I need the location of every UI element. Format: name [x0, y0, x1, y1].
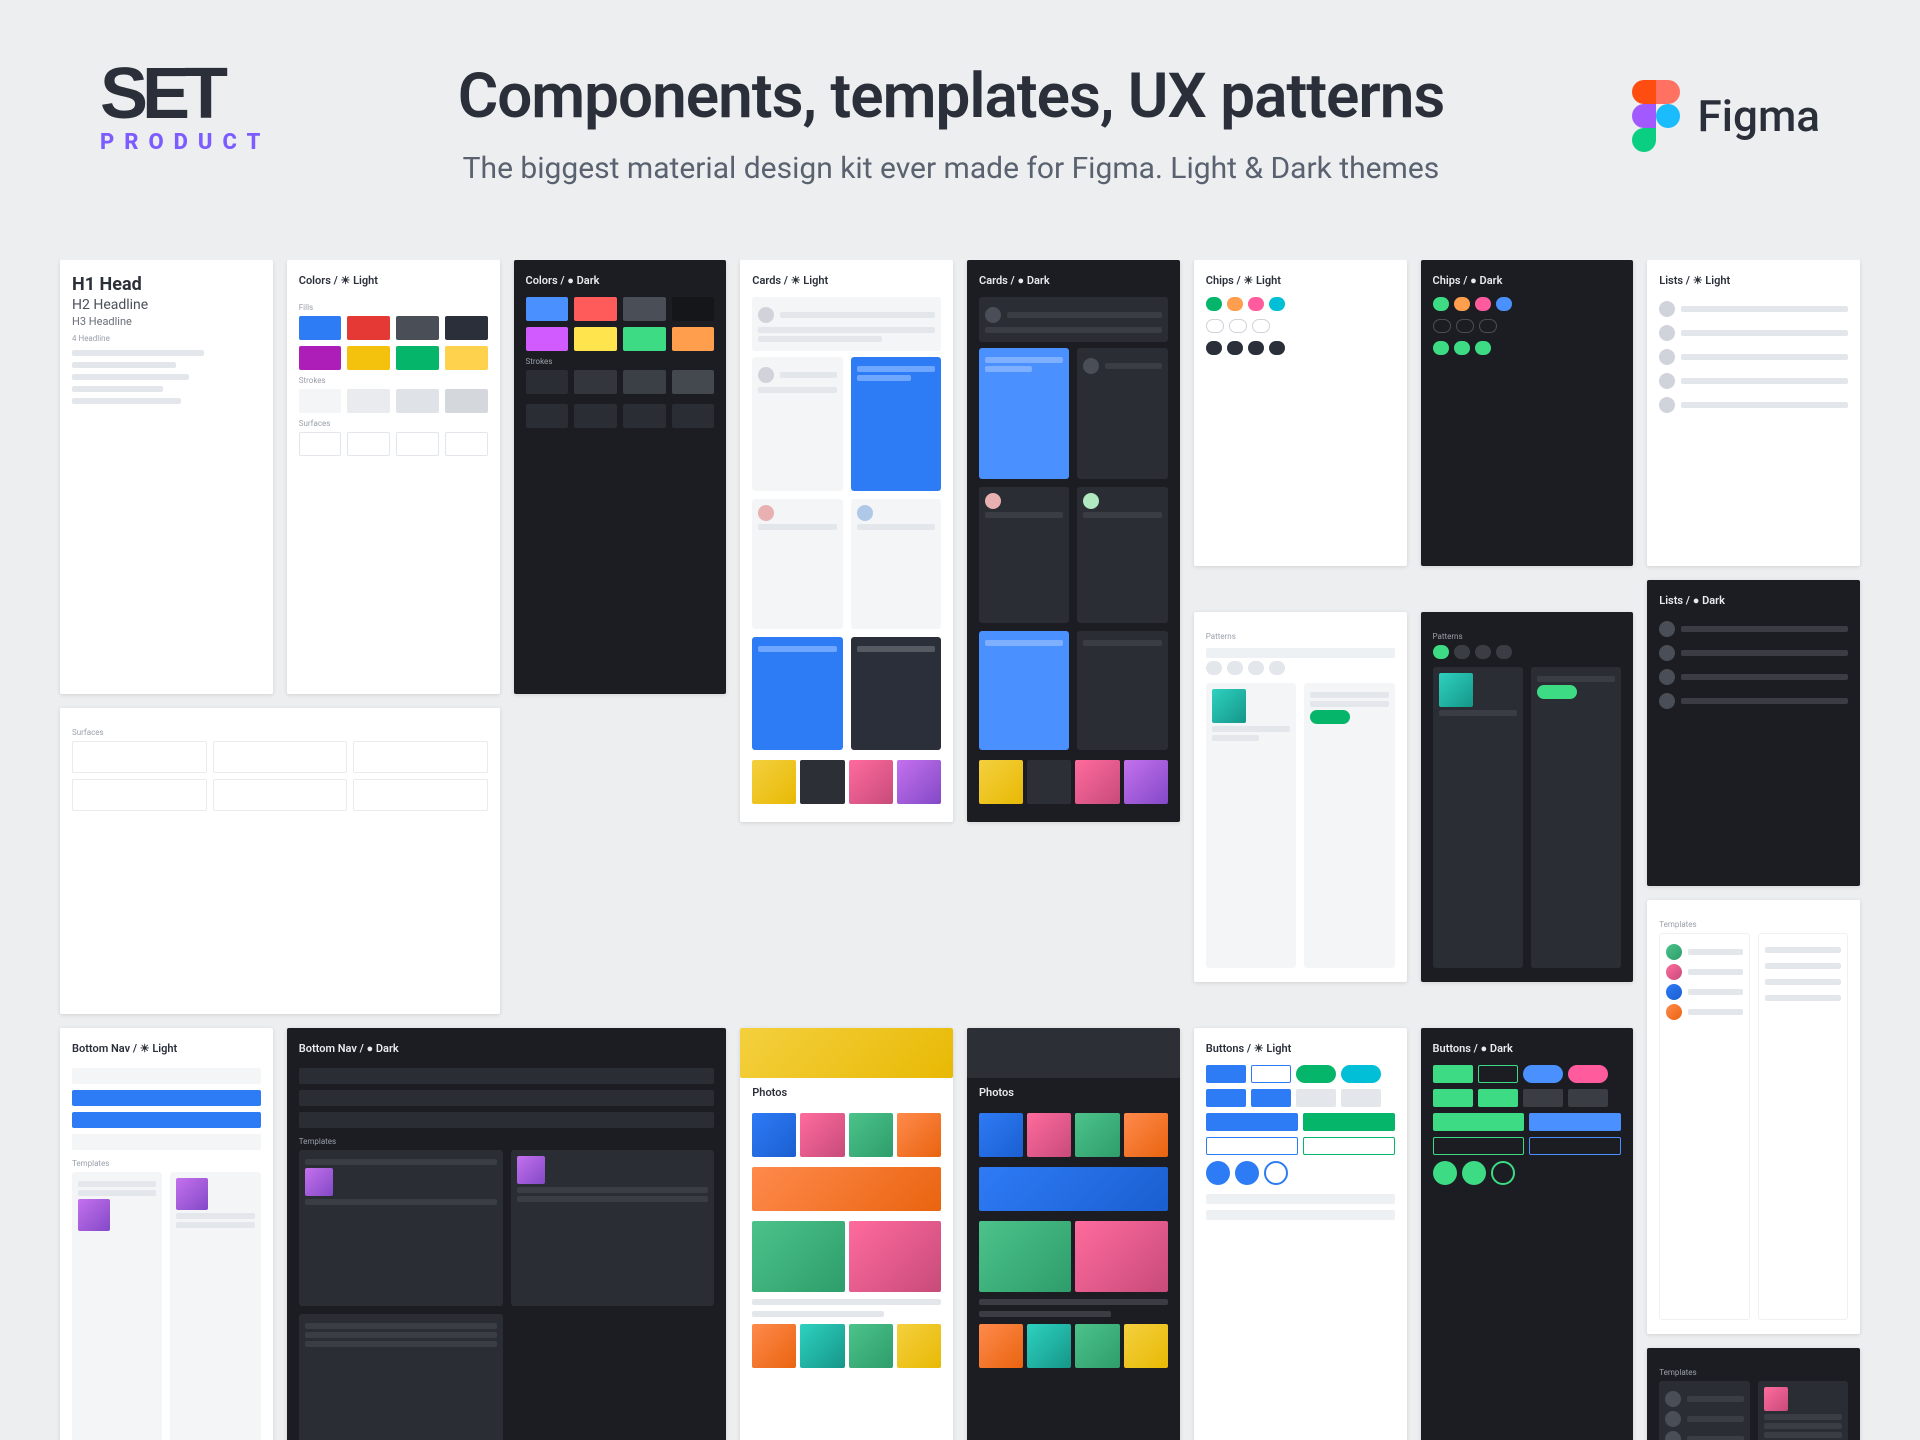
h1-sample: H1 Head — [72, 274, 261, 295]
card-list-templates-light: Templates — [1647, 900, 1860, 1334]
card-chips-light: Chips / ☀ Light — [1194, 260, 1407, 566]
card-chips-dark: Chips / ● Dark — [1421, 260, 1634, 566]
brand-logo: SET PRODUCT — [100, 66, 270, 155]
card-list-templates-dark: Templates — [1647, 1348, 1860, 1440]
page-title: Components, templates, UX patterns — [270, 60, 1631, 133]
card-buttons-light: Buttons / ☀ Light — [1194, 1028, 1407, 1440]
page-subtitle: The biggest material design kit ever mad… — [270, 151, 1631, 186]
component-gallery: H1 Head H2 Headline H3 Headline 4 Headli… — [0, 260, 1920, 1440]
figma-brand: Figma — [1632, 80, 1820, 152]
hero: SET PRODUCT Components, templates, UX pa… — [0, 0, 1920, 236]
brand-sub: PRODUCT — [100, 130, 270, 155]
card-bottom-nav-dark: Bottom Nav / ● Dark Templates — [287, 1028, 727, 1440]
card-buttons-dark: Buttons / ● Dark — [1421, 1028, 1634, 1440]
card-photos-light: Photos — [740, 1028, 953, 1440]
card-lists-light: Lists / ☀ Light — [1647, 260, 1860, 566]
card-photos-dark: Photos — [967, 1028, 1180, 1440]
figma-logo-icon — [1632, 80, 1680, 152]
card-chip-patterns-light: Patterns — [1194, 612, 1407, 982]
figma-label: Figma — [1698, 90, 1820, 142]
h2-sample: H2 Headline — [72, 297, 261, 313]
brand-name: SET — [100, 66, 222, 124]
card-colors-light: Colors / ☀ Light Fills Strokes Surfaces — [287, 260, 500, 694]
card-chip-patterns-dark: Patterns — [1421, 612, 1634, 982]
card-bottom-nav-light: Bottom Nav / ☀ Light Templates — [60, 1028, 273, 1440]
card-surfaces: Surfaces — [60, 708, 500, 1014]
card-lists-dark: Lists / ● Dark — [1647, 580, 1860, 886]
card-cards-light: Cards / ☀ Light — [740, 260, 953, 822]
card-colors-dark: Colors / ● Dark Strokes — [514, 260, 727, 694]
h3-sample: H3 Headline — [72, 315, 261, 328]
card-cards-dark: Cards / ● Dark — [967, 260, 1180, 822]
card-typography: H1 Head H2 Headline H3 Headline 4 Headli… — [60, 260, 273, 694]
